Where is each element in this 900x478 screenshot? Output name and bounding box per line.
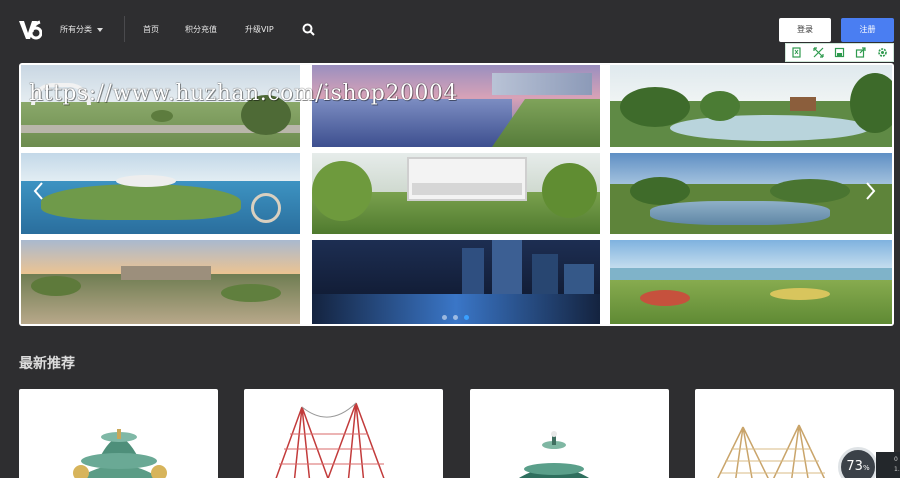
rope-climber-image bbox=[275, 402, 385, 478]
banner-image-rooftop-garden bbox=[21, 65, 300, 147]
banner-carousel[interactable]: https://www.huzhan.com/ishop20004 bbox=[19, 63, 894, 326]
banner-image-night-city bbox=[312, 240, 600, 324]
carousel-prev-button[interactable] bbox=[31, 179, 47, 203]
bookmark-icon[interactable] bbox=[791, 47, 802, 58]
carousel-dot-1[interactable] bbox=[442, 315, 447, 320]
product-card-fountain-2[interactable] bbox=[470, 389, 669, 478]
banner-image-park-aerial bbox=[610, 240, 892, 324]
nav-upgrade-vip[interactable]: 升级VIP bbox=[245, 24, 274, 35]
site-header: 所有分类 首页 积分充值 升级VIP 登录 注册 bbox=[0, 0, 900, 62]
section-title: 最新推荐 bbox=[19, 356, 75, 372]
banner-image-river-sunset bbox=[312, 65, 600, 147]
speed-side-line1: 0 bbox=[894, 456, 898, 463]
speed-side-panel: 0 1.5 bbox=[876, 452, 900, 478]
settings-icon[interactable] bbox=[877, 47, 888, 58]
banner-image-garden-pavilion bbox=[312, 153, 600, 234]
banner-image-wetland bbox=[610, 153, 892, 234]
login-button[interactable]: 登录 bbox=[779, 18, 831, 42]
fountain-image bbox=[73, 429, 167, 478]
banner-image-waterfront-aerial bbox=[21, 153, 300, 234]
carousel-dot-2[interactable] bbox=[453, 315, 458, 320]
chevron-left-icon bbox=[33, 182, 43, 200]
nav-divider bbox=[124, 16, 125, 42]
nav-all-categories-label: 所有分类 bbox=[60, 25, 92, 34]
chevron-right-icon bbox=[866, 182, 876, 200]
register-button[interactable]: 注册 bbox=[841, 18, 894, 42]
logo-icon[interactable] bbox=[18, 18, 42, 40]
fullscreen-icon[interactable] bbox=[812, 47, 824, 58]
speed-unit: % bbox=[862, 464, 870, 472]
product-card-rope-climber[interactable] bbox=[244, 389, 443, 478]
carousel-next-button[interactable] bbox=[862, 179, 878, 203]
product-card-fountain[interactable] bbox=[19, 389, 218, 478]
banner-image-lakeside-park bbox=[610, 65, 892, 147]
nav-home[interactable]: 首页 bbox=[143, 24, 159, 35]
nav-all-categories[interactable]: 所有分类 bbox=[60, 24, 103, 35]
speed-percent: 73 bbox=[846, 459, 863, 474]
speed-side-line2: 1.5 bbox=[894, 466, 900, 473]
search-icon[interactable] bbox=[302, 23, 315, 36]
caret-down-icon bbox=[97, 27, 103, 32]
banner-image-grid bbox=[21, 65, 892, 324]
mini-toolbar bbox=[785, 43, 894, 62]
fountain-image bbox=[519, 431, 589, 478]
share-icon[interactable] bbox=[855, 47, 866, 58]
save-icon[interactable] bbox=[834, 47, 845, 58]
carousel-pagination bbox=[442, 315, 469, 320]
banner-image-plaza-dusk bbox=[21, 240, 300, 324]
carousel-dot-3[interactable] bbox=[464, 315, 469, 320]
nav-points-recharge[interactable]: 积分充值 bbox=[185, 24, 217, 35]
